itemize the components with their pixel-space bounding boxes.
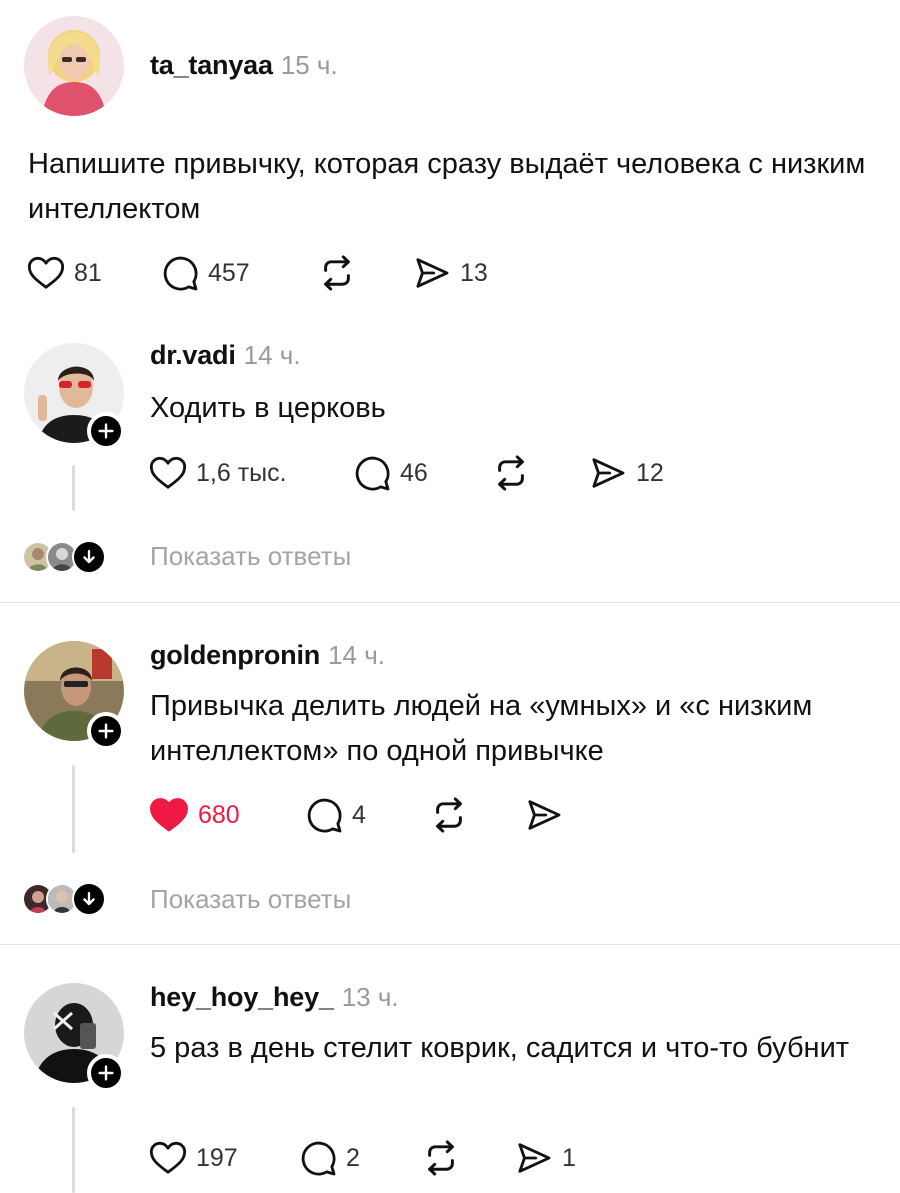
plus-icon (95, 420, 117, 442)
comment-count: 2 (346, 1143, 360, 1172)
reply-header: dr.vadi 14 ч. (150, 340, 301, 371)
username[interactable]: ta_tanyaa (150, 50, 273, 81)
reply-text: 5 раз в день стелит коврик, садится и чт… (150, 1032, 850, 1064)
repost-icon (428, 794, 470, 836)
reply-text: Ходить в церковь (150, 392, 386, 424)
share-button[interactable]: 1 (514, 1138, 576, 1178)
repost-icon (490, 452, 532, 494)
comment-bubble-icon (304, 795, 344, 835)
username[interactable]: goldenpronin (150, 640, 320, 671)
expand-replies-button[interactable] (72, 540, 106, 574)
reply-avatars[interactable] (22, 882, 106, 916)
comment-button[interactable]: 457 (160, 253, 250, 293)
username[interactable]: hey_hoy_hey_ (150, 982, 334, 1013)
avatar-ta-tanyaa[interactable] (24, 16, 124, 116)
share-button[interactable] (524, 795, 564, 835)
comment-count: 46 (400, 458, 428, 487)
follow-button[interactable] (87, 712, 125, 750)
share-button[interactable]: 13 (412, 253, 488, 293)
follow-button[interactable] (87, 1054, 125, 1092)
reply-avatars[interactable] (22, 540, 106, 574)
share-count: 13 (460, 258, 488, 287)
arrow-down-icon (79, 889, 99, 909)
plus-icon (95, 1062, 117, 1084)
like-button[interactable]: 81 (26, 253, 102, 293)
share-count: 12 (636, 458, 664, 487)
thread-line (72, 1107, 75, 1193)
like-button[interactable]: 1,6 тыс. (148, 453, 287, 493)
timestamp: 13 ч. (341, 982, 399, 1012)
repost-button[interactable] (428, 795, 470, 835)
heart-filled-icon (148, 794, 190, 836)
follow-button[interactable] (87, 412, 125, 450)
reply-header: hey_hoy_hey_ 13 ч. (150, 982, 399, 1013)
plus-icon (95, 720, 117, 742)
expand-replies-button[interactable] (72, 882, 106, 916)
reply-text: Привычка делить людей на «умных» и «с ни… (150, 690, 813, 767)
show-replies-link[interactable]: Показать ответы (150, 541, 351, 572)
like-count: 680 (198, 800, 240, 829)
username[interactable]: dr.vadi (150, 340, 236, 371)
divider (0, 944, 900, 945)
comment-button[interactable]: 4 (304, 795, 366, 835)
thread-line (72, 465, 75, 511)
share-button[interactable]: 12 (588, 453, 664, 493)
timestamp: 14 ч. (243, 340, 301, 370)
show-replies-link[interactable]: Показать ответы (150, 884, 351, 915)
heart-icon (26, 253, 66, 293)
heart-icon (148, 453, 188, 493)
repost-button[interactable] (420, 1138, 462, 1178)
repost-icon (420, 1137, 462, 1179)
comment-button[interactable]: 2 (298, 1138, 360, 1178)
send-icon (524, 795, 564, 835)
repost-icon (316, 252, 358, 294)
comment-button[interactable]: 46 (352, 453, 428, 493)
send-icon (588, 453, 628, 493)
like-count: 81 (74, 258, 102, 287)
like-button[interactable]: 197 (148, 1138, 238, 1178)
like-button[interactable]: 680 (148, 795, 240, 835)
timestamp: 14 ч. (328, 640, 385, 670)
repost-button[interactable] (316, 253, 358, 293)
comment-count: 4 (352, 800, 366, 829)
like-count: 1,6 тыс. (196, 458, 287, 487)
repost-button[interactable] (490, 453, 532, 493)
send-icon (412, 253, 452, 293)
post-text: Напишите привычку, которая сразу выдаёт … (28, 148, 866, 225)
comment-bubble-icon (160, 253, 200, 293)
thread-line (72, 765, 75, 853)
share-count: 1 (562, 1143, 576, 1172)
reply-header: goldenpronin 14 ч. (150, 640, 385, 671)
send-icon (514, 1138, 554, 1178)
timestamp: 15 ч. (280, 50, 338, 80)
comment-bubble-icon (352, 453, 392, 493)
arrow-down-icon (79, 547, 99, 567)
comment-count: 457 (208, 258, 250, 287)
divider (0, 602, 900, 603)
comment-bubble-icon (298, 1138, 338, 1178)
heart-icon (148, 1138, 188, 1178)
post-header: ta_tanyaa 15 ч. (150, 50, 338, 81)
like-count: 197 (196, 1143, 238, 1172)
